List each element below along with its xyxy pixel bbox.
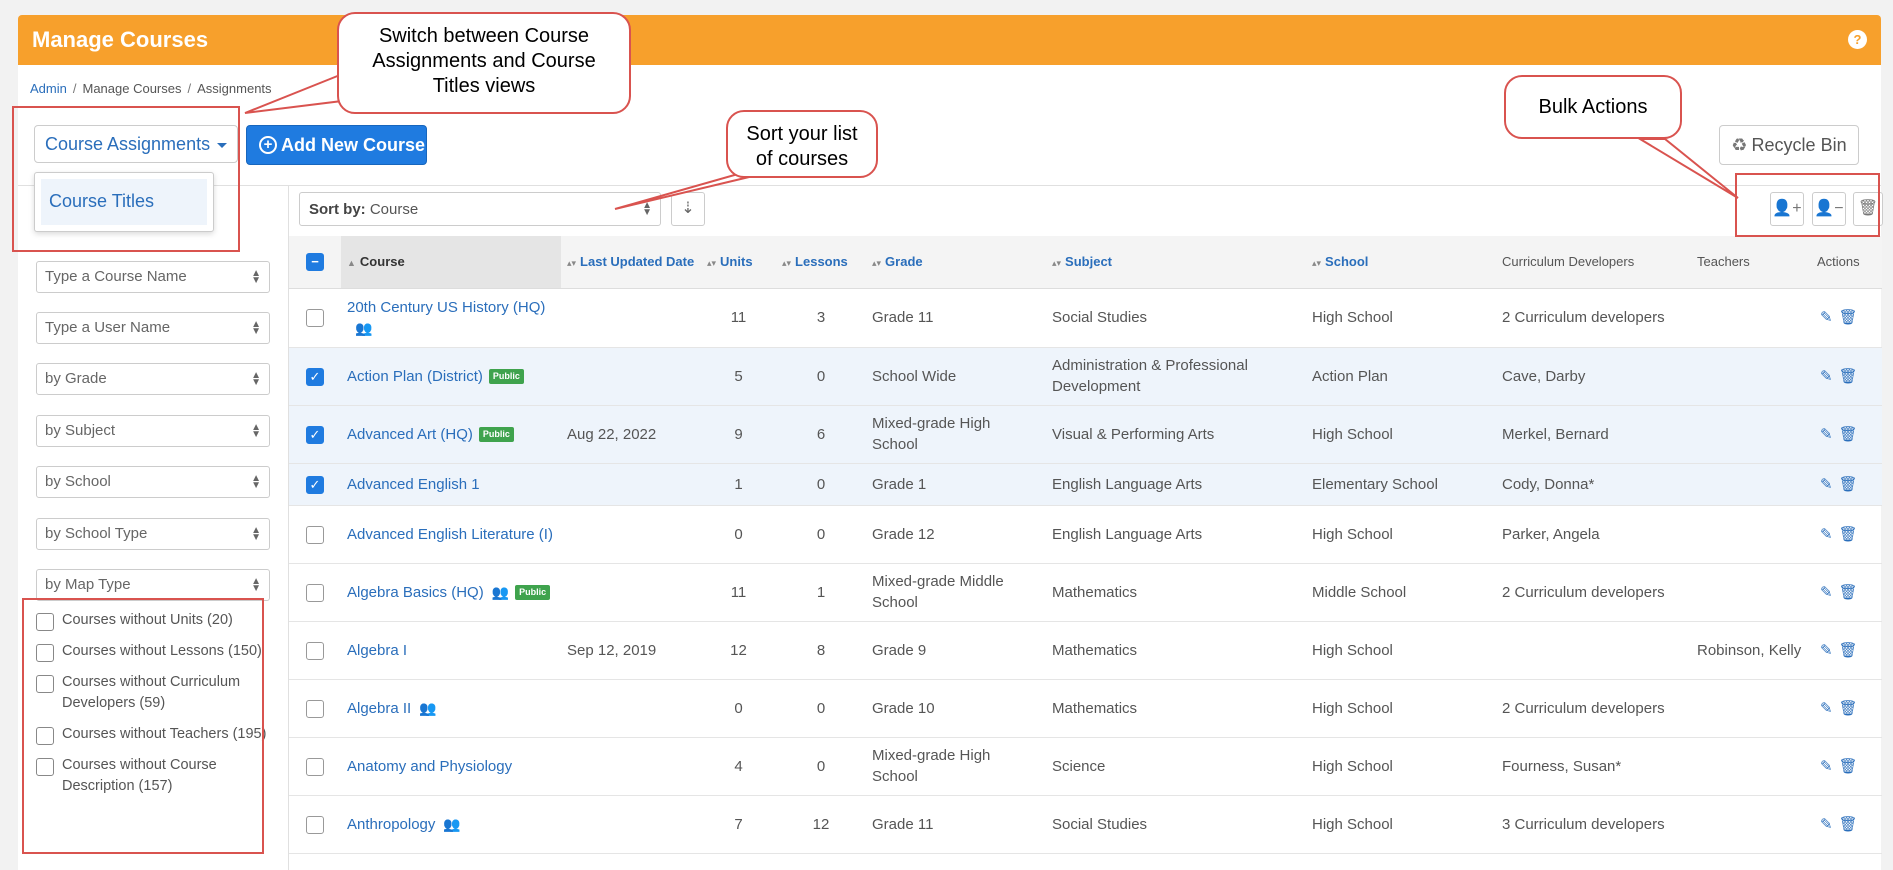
bulk-callout: Bulk Actions: [1504, 75, 1682, 139]
bulk-callout-pointer: [1636, 138, 1739, 199]
views-callout-pointer: [244, 73, 352, 114]
sort-callout: Sort your list of courses: [726, 110, 878, 178]
views-callout: Switch between Course Assignments and Co…: [337, 12, 631, 114]
